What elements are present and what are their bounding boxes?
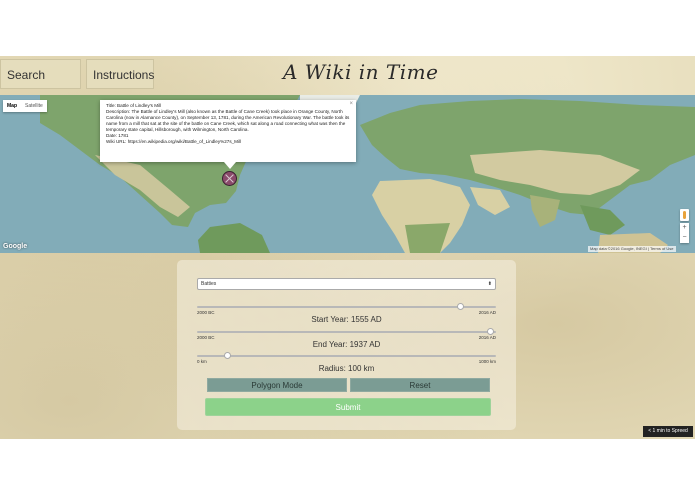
- reset-button[interactable]: Reset: [350, 378, 490, 392]
- info-description: Description: The Battle of Lindley's Mil…: [106, 109, 350, 132]
- start-year-track[interactable]: [197, 306, 496, 308]
- zoom-control: + −: [680, 223, 689, 243]
- speed-badge[interactable]: < 1 min to Spreed: [643, 426, 693, 437]
- search-results-button[interactable]: Search Results: [0, 59, 81, 112]
- zoom-out-button[interactable]: −: [680, 233, 689, 243]
- submit-button[interactable]: Submit: [205, 398, 491, 416]
- select-arrow-icon: ⬍: [487, 281, 492, 287]
- close-icon[interactable]: ×: [349, 101, 353, 107]
- end-year-track[interactable]: [197, 331, 496, 333]
- app-background: Search Results Instructions A Wiki in Ti…: [0, 56, 695, 439]
- info-window: × Title: Battle of Lindley's Mill Descri…: [100, 100, 356, 169]
- radius-title: Radius: 100 km: [318, 364, 375, 373]
- map-type-satellite[interactable]: Satellite: [21, 100, 47, 112]
- map[interactable]: Map Satellite × Title: Battle of Lindley…: [0, 95, 695, 253]
- instructions-button[interactable]: Instructions: [86, 59, 154, 89]
- map-type-map[interactable]: Map: [3, 100, 21, 112]
- map-attribution: Map data ©2016 Google, INEGI | Terms of …: [588, 246, 676, 252]
- info-url[interactable]: Wiki URL: https://en.wikipedia.org/wiki/…: [106, 139, 350, 145]
- pegman-icon[interactable]: [680, 209, 689, 221]
- end-year-thumb[interactable]: [487, 328, 495, 335]
- start-year-title: Start Year: 1555 AD: [311, 315, 382, 324]
- category-select-value: Batties: [201, 281, 217, 287]
- start-year-thumb[interactable]: [457, 303, 465, 310]
- zoom-in-button[interactable]: +: [680, 223, 689, 233]
- google-logo: Google: [3, 243, 28, 250]
- category-select[interactable]: Batties ⬍: [197, 278, 496, 290]
- battle-marker-icon[interactable]: [222, 171, 237, 186]
- search-form-panel: Batties ⬍ 2000 BC 2016 AD Start Year: 15…: [177, 260, 516, 430]
- end-year-title: End Year: 1937 AD: [312, 340, 381, 349]
- radius-track[interactable]: [197, 355, 496, 357]
- polygon-mode-button[interactable]: Polygon Mode: [207, 378, 347, 392]
- map-type-control: Map Satellite: [3, 100, 47, 112]
- radius-thumb[interactable]: [223, 352, 231, 359]
- header: Search Results Instructions A Wiki in Ti…: [0, 56, 695, 112]
- brand-title: A Wiki in Time: [283, 60, 439, 84]
